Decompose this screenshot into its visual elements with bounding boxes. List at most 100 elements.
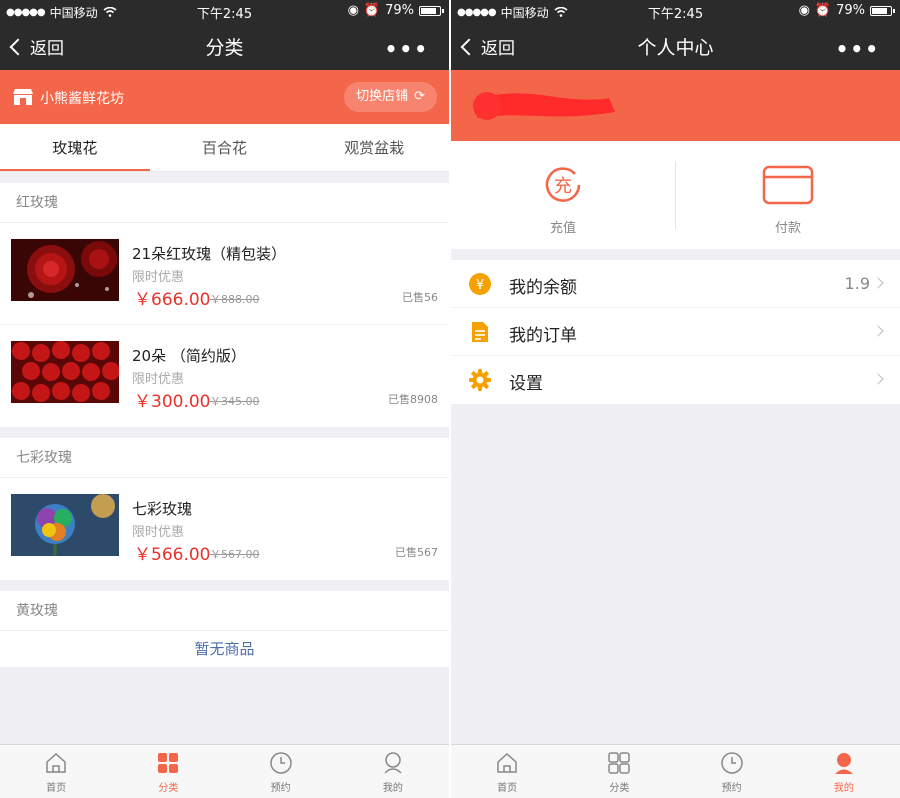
- bottom-tab-bar: 首页 分类 预约 我的: [0, 744, 449, 798]
- category-screen: ●●●●● 中国移动 下午2:45 ◉ ⏰ 79% 返回 分类 ••• 小熊酱鲜花坊 …: [0, 0, 449, 798]
- tabbar-mine[interactable]: 我的: [788, 745, 900, 798]
- tabbar-label: 首页: [46, 783, 67, 794]
- section-red-rose: 红玫瑰 21朵红玫瑰（精包装） 限时优惠 ￥666.00 ￥888.00 已售5…: [0, 183, 449, 427]
- more-button[interactable]: •••: [836, 37, 880, 61]
- product-item[interactable]: 七彩玫瑰 限时优惠 ￥566.00 ￥567.00 已售567: [0, 478, 449, 580]
- status-bar: ●●●●● 中国移动 下午2:45 ◉ ⏰ 79%: [0, 0, 449, 22]
- action-label: 充值: [549, 221, 576, 236]
- gear-icon: [469, 369, 491, 391]
- document-icon: [472, 322, 488, 342]
- status-bar: ●●●●● 中国移动 下午2:45 ◉ ⏰ 79%: [451, 0, 900, 22]
- home-icon: [497, 752, 517, 773]
- store-bar: 小熊酱鲜花坊 切换店铺 ⟳: [0, 70, 449, 124]
- recharge-button[interactable]: 充 充值: [451, 141, 675, 249]
- section-yellow-rose: 黄玫瑰 暂无商品: [0, 591, 449, 667]
- menu-settings[interactable]: 设置: [451, 356, 900, 404]
- product-sold-count: 已售8908: [388, 393, 438, 406]
- section-rainbow-rose: 七彩玫瑰 七彩玫瑰 限时优惠 ￥566.00 ￥567.00 已售567: [0, 438, 449, 580]
- product-price: ￥300.00: [134, 392, 211, 412]
- tabbar-label: 我的: [382, 783, 403, 794]
- tabbar-label: 首页: [497, 783, 518, 794]
- product-image: [11, 341, 119, 403]
- empty-products-note: 暂无商品: [194, 640, 255, 658]
- menu-label: 设置: [509, 374, 543, 394]
- tabbar-label: 分类: [158, 783, 179, 794]
- tabbar-category[interactable]: 分类: [563, 745, 675, 798]
- tabbar-label: 预约: [270, 783, 291, 794]
- store-icon: [13, 89, 33, 105]
- more-button[interactable]: •••: [385, 37, 429, 61]
- category-tabs: 玫瑰花 百合花 观赏盆栽: [0, 124, 449, 172]
- switch-store-label: 切换店铺: [356, 89, 409, 104]
- tabbar-home[interactable]: 首页: [0, 745, 112, 798]
- home-icon: [46, 752, 66, 773]
- orientation-lock-icon: ◉: [347, 3, 359, 18]
- tab-lily[interactable]: 百合花: [150, 124, 300, 171]
- pay-button[interactable]: 付款: [676, 141, 900, 249]
- product-price: ￥666.00: [134, 290, 211, 310]
- tabbar-home[interactable]: 首页: [451, 745, 563, 798]
- tabbar-label: 分类: [609, 783, 630, 794]
- page-title: 分类: [205, 37, 244, 59]
- menu-orders[interactable]: 我的订单: [451, 308, 900, 356]
- tabbar-category[interactable]: 分类: [112, 745, 224, 798]
- section-title: 七彩玫瑰: [0, 438, 449, 478]
- menu-balance[interactable]: ¥ 我的余额 1.9: [451, 260, 900, 308]
- tabbar-appointment[interactable]: 预约: [225, 745, 337, 798]
- tabbar-label: 我的: [833, 783, 854, 794]
- product-item[interactable]: 21朵红玫瑰（精包装） 限时优惠 ￥666.00 ￥888.00 已售56: [0, 223, 449, 325]
- page-title: 个人中心: [637, 37, 714, 59]
- profile-menu: ¥ 我的余额 1.9 我的订单 设置: [451, 260, 900, 404]
- chevron-right-icon: [872, 325, 884, 337]
- balance-value: 1.9: [844, 274, 870, 293]
- orientation-lock-icon: ◉: [798, 3, 810, 18]
- product-price: ￥566.00: [134, 545, 211, 565]
- product-name: 七彩玫瑰: [132, 500, 193, 518]
- switch-store-button[interactable]: 切换店铺 ⟳: [344, 82, 437, 112]
- product-name: 21朵红玫瑰（精包装）: [132, 245, 287, 263]
- bottom-tab-bar: 首页 分类 预约 我的: [451, 744, 900, 798]
- refresh-icon: ⟳: [414, 89, 425, 104]
- user-icon: [384, 752, 402, 774]
- tab-rose[interactable]: 玫瑰花: [0, 124, 150, 171]
- product-promo: 限时优惠: [132, 525, 185, 540]
- user-icon: [834, 753, 853, 774]
- product-original-price: ￥567.00: [210, 548, 260, 561]
- battery-percent: 79%: [385, 3, 414, 18]
- alarm-icon: ⏰: [363, 3, 381, 18]
- quick-actions: 充 充值 付款: [451, 141, 900, 249]
- product-image: [11, 239, 119, 301]
- battery-percent: 79%: [836, 3, 865, 18]
- profile-screen: ●●●●● 中国移动 下午2:45 ◉ ⏰ 79% 返回 个人中心 ••• 充 充值 …: [451, 0, 900, 798]
- store-name: 小熊酱鲜花坊: [40, 91, 124, 107]
- tabbar-label: 预约: [721, 783, 742, 794]
- profile-header: [451, 70, 900, 141]
- card-icon: [762, 165, 814, 205]
- yen-coin-icon: ¥: [469, 273, 491, 295]
- menu-label: 我的余额: [509, 278, 577, 298]
- product-name: 20朵 （简约版）: [132, 347, 246, 365]
- tabbar-appointment[interactable]: 预约: [676, 745, 788, 798]
- svg-text:¥: ¥: [476, 278, 484, 293]
- tab-potted-plants[interactable]: 观赏盆栽: [299, 124, 449, 171]
- product-sold-count: 已售567: [395, 546, 438, 559]
- product-sold-count: 已售56: [402, 291, 438, 304]
- product-promo: 限时优惠: [132, 372, 185, 387]
- grid-icon: [608, 752, 631, 774]
- redacted-username: [473, 92, 615, 120]
- chevron-right-icon: [872, 373, 884, 385]
- section-title: 黄玫瑰: [0, 591, 449, 631]
- alarm-icon: ⏰: [814, 3, 832, 18]
- recharge-glyph: 充: [554, 176, 572, 197]
- nav-bar: 返回 分类 •••: [0, 22, 449, 70]
- chevron-right-icon: [872, 277, 884, 289]
- tabbar-mine[interactable]: 我的: [337, 745, 449, 798]
- clock-icon: [720, 752, 743, 774]
- clock-icon: [269, 752, 292, 774]
- nav-bar: 返回 个人中心 •••: [451, 22, 900, 70]
- product-item[interactable]: 20朵 （简约版） 限时优惠 ￥300.00 ￥345.00 已售8908: [0, 325, 449, 427]
- product-original-price: ￥888.00: [210, 293, 260, 306]
- menu-label: 我的订单: [509, 326, 577, 346]
- battery-icon: [419, 5, 444, 16]
- section-title: 红玫瑰: [0, 183, 449, 223]
